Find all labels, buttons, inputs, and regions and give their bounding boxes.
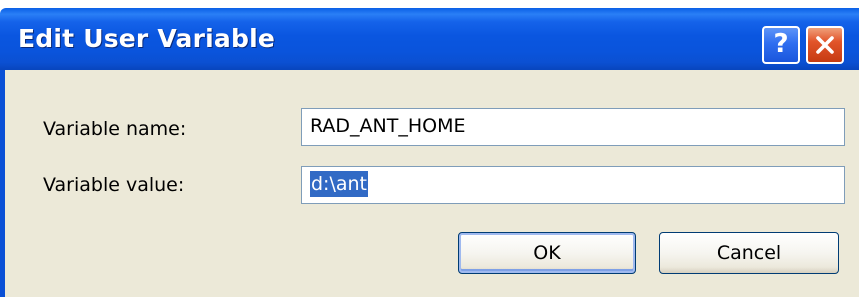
close-button[interactable] (806, 26, 844, 64)
variable-name-input[interactable]: RAD_ANT_HOME (301, 108, 845, 146)
variable-value-input[interactable]: d:\ant (301, 166, 845, 204)
dialog-body: Variable name: RAD_ANT_HOME Variable val… (0, 70, 859, 297)
title-bar[interactable]: Edit User Variable ? (0, 8, 859, 70)
variable-name-label: Variable name: (43, 118, 187, 140)
close-x-icon (816, 36, 834, 54)
variable-name-text: RAD_ANT_HOME (310, 115, 466, 137)
cancel-button[interactable]: Cancel (659, 232, 839, 274)
variable-value-text-selected: d:\ant (310, 171, 368, 197)
ok-button[interactable]: OK (458, 232, 636, 274)
dialog-title: Edit User Variable (18, 24, 276, 53)
question-mark-icon: ? (773, 29, 789, 59)
edit-user-variable-dialog: Edit User Variable ? Variable name: RAD_… (0, 0, 859, 297)
variable-value-label: Variable value: (43, 174, 185, 196)
help-button[interactable]: ? (762, 26, 800, 64)
